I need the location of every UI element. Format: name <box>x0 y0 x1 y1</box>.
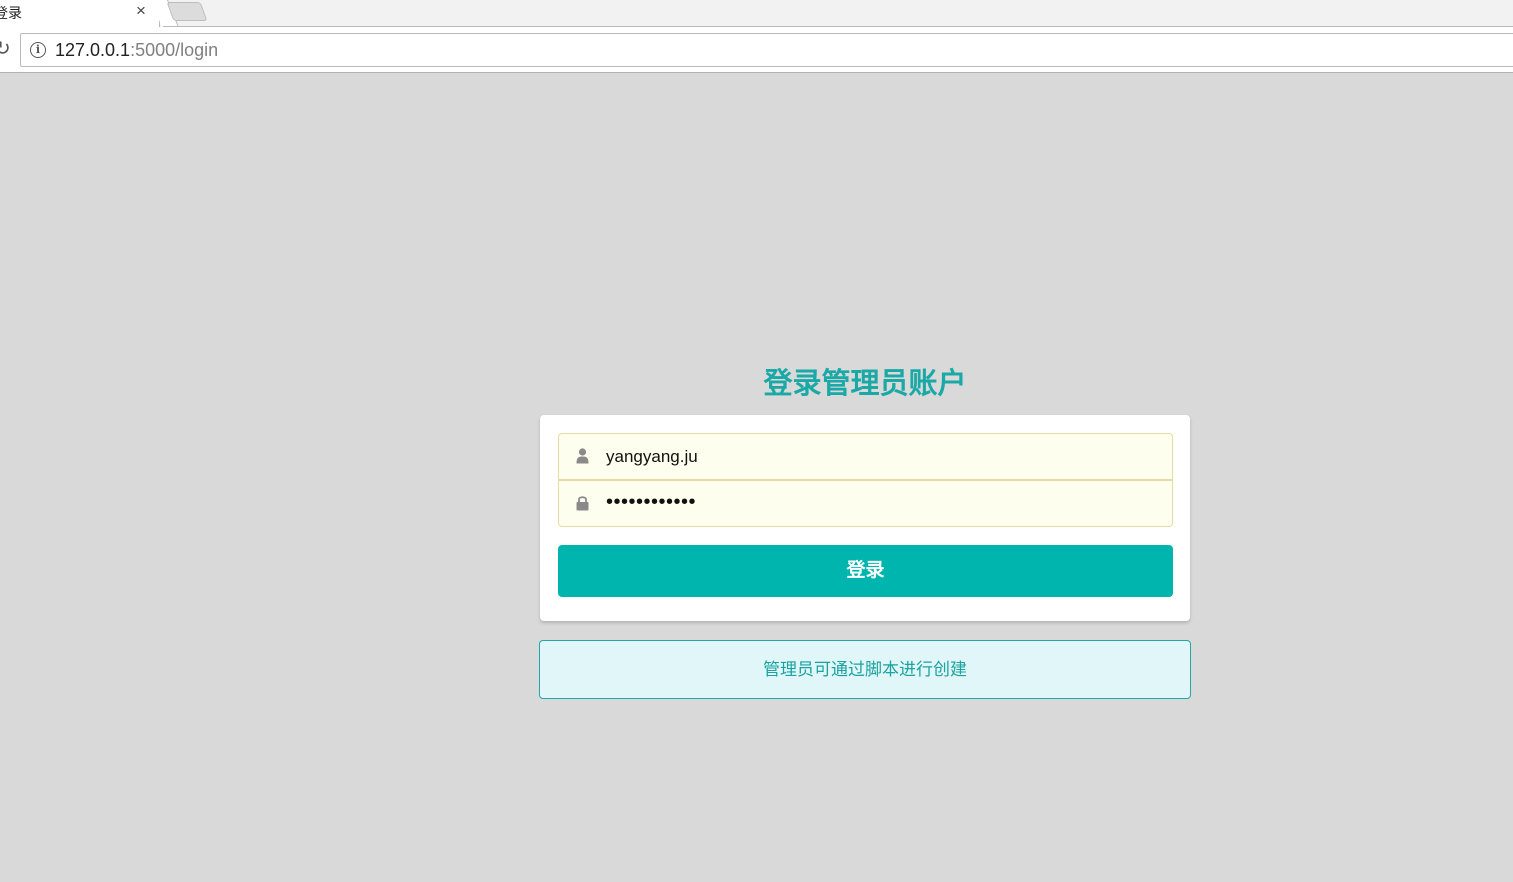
address-bar[interactable]: i 127.0.0.1:5000/login <box>20 33 1513 67</box>
password-input[interactable]: •••••••••••• <box>606 491 696 514</box>
password-field[interactable]: •••••••••••• <box>558 480 1173 527</box>
new-tab-button[interactable] <box>166 2 208 21</box>
url-text[interactable]: 127.0.0.1:5000/login <box>55 40 218 61</box>
close-icon[interactable]: × <box>133 2 149 20</box>
url-host: 127.0.0.1 <box>55 40 131 60</box>
user-icon <box>576 448 589 464</box>
login-form: yangyang.ju •••••••••••• 登录 <box>540 415 1190 621</box>
tab-strip: 登录 × <box>0 0 1513 27</box>
browser-toolbar: ↻ i 127.0.0.1:5000/login <box>0 27 1513 73</box>
page-title: 登录管理员账户 <box>763 368 967 400</box>
lock-icon <box>576 496 589 511</box>
username-field[interactable]: yangyang.ju <box>558 433 1173 480</box>
reload-icon[interactable]: ↻ <box>0 38 11 60</box>
tab-title: 登录 <box>0 5 22 21</box>
username-input[interactable]: yangyang.ju <box>606 447 698 467</box>
info-message: 管理员可通过脚本进行创建 <box>539 640 1191 699</box>
url-path: :5000/login <box>130 40 219 60</box>
login-button[interactable]: 登录 <box>558 545 1173 597</box>
info-icon[interactable]: i <box>30 42 46 58</box>
